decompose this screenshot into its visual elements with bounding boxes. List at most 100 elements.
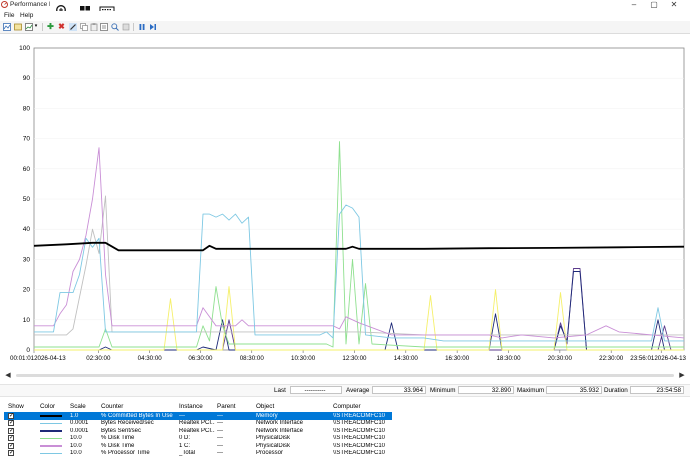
header-object[interactable]: Object [256, 403, 274, 410]
show-checkbox[interactable]: ✓ [8, 450, 14, 456]
performance-monitor-icon [1, 1, 8, 8]
x-tick-label: 18:30:00 [496, 355, 521, 362]
y-tick-label: 80 [23, 105, 31, 112]
legend-cell-computer: \\STREACOMFC10 [333, 450, 386, 456]
y-tick-label: 100 [19, 45, 30, 52]
header-color[interactable]: Color [40, 403, 55, 410]
x-tick-label: 04:30:00 [138, 355, 163, 362]
series-color-swatch [40, 437, 62, 439]
view-log-data-icon[interactable] [13, 22, 22, 31]
performance-graph[interactable]: 0 10 20 30 40 50 60 70 80 90 100 00:01:012026-04-13… [0, 34, 690, 369]
legend-row[interactable]: ✓ 10.0 % Disk Time 1 C: --- PhysicalDisk \\STR… [4, 442, 690, 450]
series-color-swatch [40, 415, 62, 417]
legend-cell-instance: Realtek PCI... [179, 420, 215, 426]
legend-cell-object: PhysicalDisk [256, 442, 291, 449]
legend-cell-computer: \\STREACOMFC10 [333, 442, 386, 449]
y-tick-label: 20 [23, 287, 31, 294]
legend-cell-instance: --- [179, 412, 185, 419]
legend-cell-counter: Bytes Received/sec [101, 420, 154, 426]
scroll-right-icon[interactable]: ▶ [678, 371, 686, 380]
header-computer[interactable]: Computer [333, 403, 361, 410]
legend-cell-instance: 1 C: [179, 442, 191, 449]
highlight-icon[interactable] [68, 22, 77, 31]
last-label: Last [274, 387, 286, 394]
header-parent[interactable]: Parent [217, 403, 236, 410]
maximize-button[interactable]: ▢ [648, 0, 660, 10]
x-tick-label: 16:30:00 [445, 355, 470, 362]
properties-icon[interactable] [99, 22, 108, 31]
legend-cell-scale: 10.0 [70, 442, 82, 449]
show-checkbox[interactable]: ✓ [8, 427, 14, 434]
legend-cell-counter: % Committed Bytes In Use [101, 412, 173, 419]
legend-cell-computer: \\STREACOMFC10 [333, 435, 386, 441]
average-label: Average [346, 387, 370, 394]
show-checkbox[interactable]: ✓ [8, 420, 14, 426]
show-checkbox[interactable]: ✓ [8, 412, 14, 419]
legend-cell-instance: 0 D: [179, 435, 191, 441]
update-data-icon[interactable] [148, 22, 157, 31]
x-tick-label: 06:30:00 [188, 355, 213, 362]
change-graph-type-icon[interactable] [24, 22, 33, 31]
scroll-left-icon[interactable]: ◀ [4, 371, 12, 380]
maximum-value: 35.932 [546, 386, 602, 394]
header-counter[interactable]: Counter [101, 403, 123, 410]
horizontal-scrollbar[interactable]: ◀ ▶ [4, 371, 686, 380]
legend-cell-scale: 0.0001 [70, 427, 89, 434]
average-value: 33.964 [372, 386, 426, 394]
legend-row[interactable]: ✓ 1.0 % Committed Bytes In Use --- --- Memory… [4, 412, 392, 420]
duration-label: Duration [604, 387, 628, 394]
x-tick-label: 22:30:00 [599, 355, 624, 362]
legend-cell-object: Memory [256, 412, 278, 419]
series-color-swatch [40, 445, 62, 447]
scrollbar-thumb[interactable] [16, 374, 674, 377]
last-value: ---------- [290, 386, 342, 394]
menu-help[interactable]: Help [20, 12, 33, 19]
legend-cell-scale: 1.0 [70, 412, 79, 419]
paste-counter-list-icon[interactable] [89, 22, 98, 31]
statistics-bar: Last ---------- Average 33.964 Minimum 3… [0, 384, 690, 397]
legend-cell-parent: --- [217, 427, 223, 434]
y-tick-label: 60 [23, 166, 31, 173]
legend-header: Show Color Scale Counter Instance Parent… [4, 403, 690, 411]
legend-cell-parent: --- [217, 420, 223, 426]
delete-counter-icon[interactable]: ✖ [57, 22, 66, 31]
add-counter-icon[interactable]: ✚ [46, 22, 55, 31]
window-title: Performance M [10, 1, 55, 8]
legend-cell-instance: Realtek PCI... [179, 427, 215, 434]
view-current-activity-icon[interactable] [2, 22, 11, 31]
minimize-button[interactable]: – [628, 0, 640, 10]
y-tick-label: 50 [23, 196, 31, 203]
toolbar: ▾ ✚ ✖ [0, 21, 690, 34]
x-tick-label: 20:30:00 [548, 355, 573, 362]
series-color-swatch [40, 422, 62, 424]
freeze-display-icon[interactable] [121, 22, 130, 31]
line-chart: 0 10 20 30 40 50 60 70 80 90 100 00:01:012026-04-13… [10, 45, 687, 362]
legend-cell-instance: _Total [179, 450, 196, 456]
x-tick-label: 02:30:00 [86, 355, 111, 362]
x-tick-label: 12:30:00 [342, 355, 367, 362]
legend-row[interactable]: ✓ 10.0 % Processor Time _Total --- Processor \… [4, 450, 690, 458]
y-tick-label: 0 [26, 347, 30, 354]
legend-row[interactable]: ✓ 0.0001 Bytes Sent/sec Realtek PCI... --- Ne… [4, 427, 690, 435]
graph-type-dropdown-icon[interactable]: ▾ [33, 22, 39, 31]
series-color-swatch [40, 452, 62, 454]
header-scale[interactable]: Scale [70, 403, 86, 410]
legend-cell-parent: --- [217, 450, 223, 456]
header-show[interactable]: Show [8, 403, 24, 410]
legend-cell-counter: % Disk Time [101, 442, 135, 449]
show-checkbox[interactable]: ✓ [8, 442, 14, 449]
legend-row[interactable]: ✓ 0.0001 Bytes Received/sec Realtek PCI... -… [4, 420, 690, 428]
header-instance[interactable]: Instance [179, 403, 203, 410]
legend-cell-computer: \\STREACOMFC10 [333, 427, 386, 434]
y-tick-label: 70 [23, 136, 31, 143]
show-checkbox[interactable]: ✓ [8, 435, 14, 441]
zoom-icon[interactable] [110, 22, 119, 31]
menu-file[interactable]: File [4, 12, 14, 19]
legend-cell-computer: \\STREACOMFC10 [333, 420, 386, 426]
close-button[interactable]: ✕ [668, 0, 680, 10]
legend-cell-parent: --- [217, 442, 223, 449]
copy-properties-icon[interactable] [79, 22, 88, 31]
pause-icon[interactable] [137, 22, 146, 31]
legend-row[interactable]: ✓ 10.0 % Disk Time 0 D: --- PhysicalDisk \\STR… [4, 435, 690, 443]
minimum-label: Minimum [430, 387, 456, 394]
